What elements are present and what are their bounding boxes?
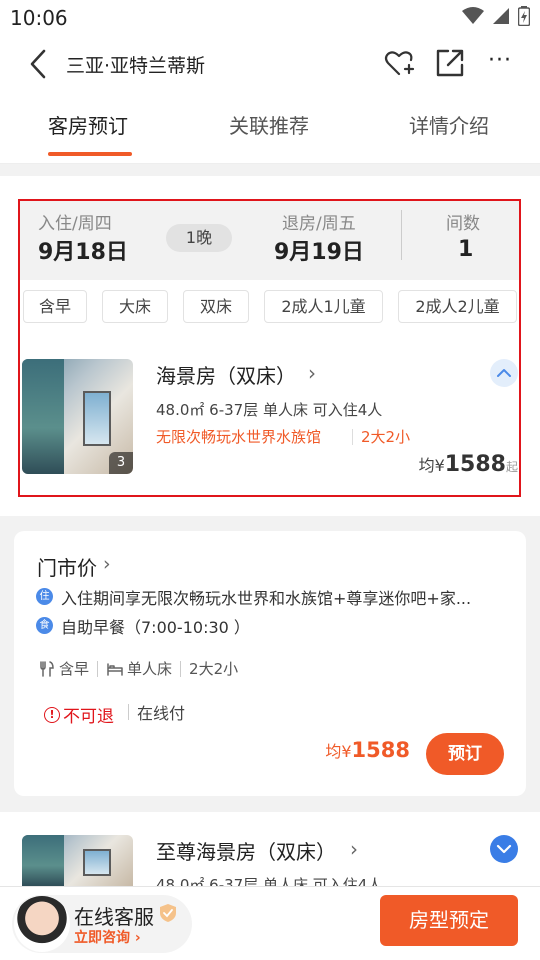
stay-perk-text: 入住期间享无限次畅玩水世界和水族馆+尊享迷你吧+家...	[61, 589, 472, 608]
rate-price: 均¥ 1588	[325, 738, 410, 762]
cancel-policy[interactable]: ! 不可退	[44, 702, 114, 727]
meal-icon: 食	[36, 617, 53, 634]
chevron-right-icon: ›	[103, 553, 111, 575]
breakfast-text: 自助早餐（7:00-10:30 ）	[61, 618, 250, 637]
favorite-add-icon	[384, 51, 415, 76]
share-icon	[436, 49, 464, 77]
tab-related-recommend[interactable]: 关联推荐	[229, 110, 309, 139]
bed-icon	[107, 662, 123, 676]
highlight-box	[18, 199, 521, 497]
price-value: 1588	[351, 738, 410, 762]
room-image[interactable]	[22, 835, 133, 886]
favorite-button[interactable]	[383, 48, 415, 80]
facilities-row: 含早 单人床 2大2小	[38, 658, 238, 679]
stay-perk-icon: 住	[36, 588, 53, 605]
customer-service-label: 在线客服	[74, 905, 154, 929]
chevron-right-icon: ›	[350, 837, 358, 861]
divider	[180, 660, 182, 677]
back-button[interactable]	[24, 48, 54, 80]
expand-button[interactable]	[490, 835, 518, 863]
tab-room-booking[interactable]: 客房预订	[48, 110, 128, 139]
share-button[interactable]	[434, 47, 466, 79]
divider	[128, 704, 129, 720]
facility-occupancy: 2大2小	[189, 658, 238, 679]
header: 三亚·亚特兰蒂斯 ···	[0, 36, 540, 92]
wifi-icon	[462, 7, 484, 24]
warning-icon: !	[44, 706, 60, 723]
chevron-down-icon	[496, 844, 512, 854]
consult-link[interactable]: 立即咨询 ›	[74, 927, 141, 947]
cancel-policy-text: 不可退	[63, 707, 114, 727]
signal-icon	[493, 8, 509, 24]
room-name[interactable]: 至尊海景房（双床）	[156, 836, 336, 865]
status-time: 10:06	[10, 6, 68, 30]
facility-label: 单人床	[127, 660, 173, 678]
tab-bar: 客房预订 关联推荐 详情介绍	[0, 92, 540, 164]
facility-label: 含早	[59, 660, 90, 678]
battery-icon	[518, 6, 530, 26]
page-title: 三亚·亚特兰蒂斯	[66, 55, 206, 77]
back-icon	[30, 49, 46, 79]
cutlery-icon	[40, 660, 54, 677]
facility-breakfast: 含早	[38, 658, 89, 679]
tab-details[interactable]: 详情介绍	[409, 110, 489, 139]
chevron-right-icon: ›	[134, 930, 141, 946]
book-button[interactable]: 预订	[426, 733, 504, 775]
status-bar: 10:06	[0, 0, 540, 36]
consult-link-label: 立即咨询	[74, 930, 130, 946]
image-count: 3	[109, 452, 133, 474]
customer-service-avatar	[14, 896, 70, 952]
payment-method: 在线付	[137, 704, 186, 723]
divider	[97, 660, 99, 677]
status-icons	[462, 6, 530, 26]
shield-icon	[160, 904, 176, 922]
reserve-room-button[interactable]: 房型预定	[380, 895, 518, 946]
more-icon[interactable]: ···	[486, 49, 514, 77]
price-prefix: 均¥	[325, 742, 352, 761]
facility-label: 2大2小	[189, 660, 239, 678]
rate-plan-title[interactable]: 门市价	[37, 552, 97, 581]
tab-active-indicator	[48, 152, 132, 156]
facility-bed: 单人床	[106, 658, 172, 679]
